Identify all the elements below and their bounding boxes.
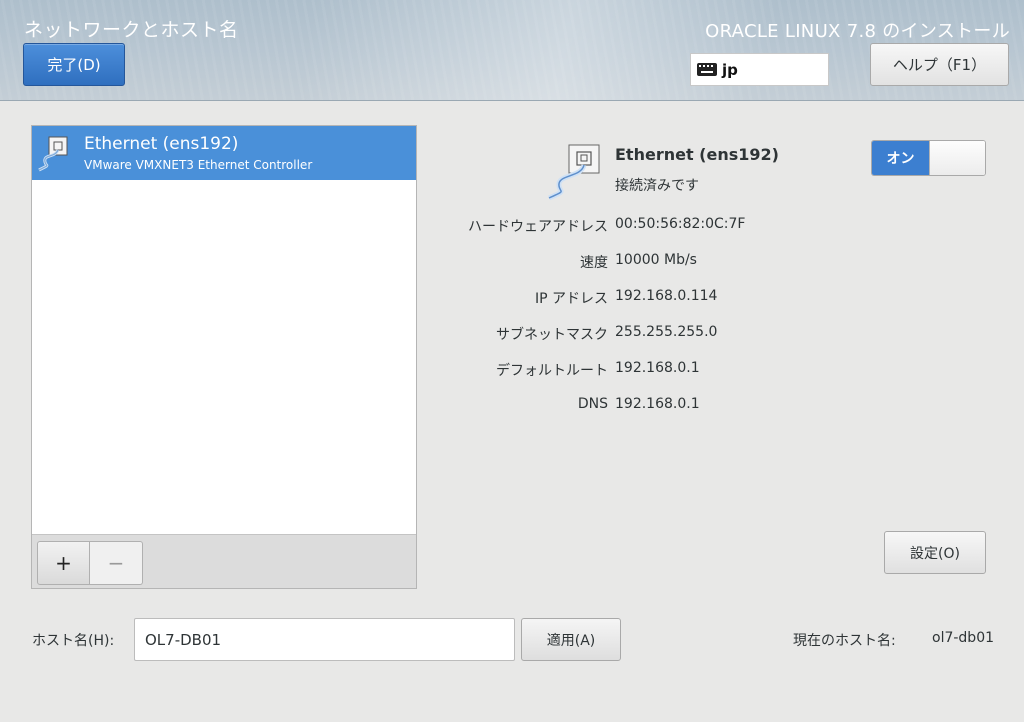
add-device-button[interactable]: + [37,541,90,585]
connection-status: 接続済みです [615,178,699,194]
toggle-knob [929,141,985,175]
current-hostname-value: ol7-db01 [932,630,995,646]
done-button[interactable]: 完了(D) [23,43,125,86]
device-detail-name: Ethernet (ens192) [615,145,779,164]
page-title: ネットワークとホスト名 [24,19,239,41]
hardware-address-value: 00:50:56:82:0C:7F [615,216,746,232]
ethernet-icon [37,134,77,174]
remove-device-button[interactable]: − [90,541,143,585]
keyboard-layout-indicator[interactable]: jp [690,53,829,86]
device-description: VMware VMXNET3 Ethernet Controller [84,158,313,172]
default-route-value: 192.168.0.1 [615,360,700,376]
device-list-item-ens192[interactable]: Ethernet (ens192) VMware VMXNET3 Etherne… [32,126,416,180]
toggle-on-label: オン [872,141,929,175]
apply-hostname-button[interactable]: 適用(A) [521,618,621,661]
keyboard-layout-label: jp [722,60,738,79]
hostname-label: ホスト名(H): [32,633,115,649]
hostname-input[interactable] [134,618,515,661]
connection-toggle[interactable]: オン [871,140,986,176]
dns-value: 192.168.0.1 [615,396,700,412]
ethernet-icon [543,142,605,202]
speed-label: 速度 [580,255,608,271]
dns-label: DNS [577,396,608,412]
keyboard-icon [697,63,717,76]
default-route-label: デフォルトルート [496,363,608,379]
device-list-toolbar: + − [32,534,416,588]
device-list: Ethernet (ens192) VMware VMXNET3 Etherne… [31,125,417,589]
subnet-mask-value: 255.255.255.0 [615,324,718,340]
speed-value: 10000 Mb/s [615,252,697,268]
settings-button[interactable]: 設定(O) [884,531,986,574]
help-button[interactable]: ヘルプ（F1） [870,43,1009,86]
device-name: Ethernet (ens192) [84,134,239,154]
current-hostname-label: 現在のホスト名: [793,633,896,649]
ip-address-value: 192.168.0.114 [615,288,718,304]
product-title: ORACLE LINUX 7.8 のインストール [705,21,1010,42]
hardware-address-label: ハードウェアアドレス [468,219,608,235]
header-bar: ネットワークとホスト名 完了(D) ORACLE LINUX 7.8 のインスト… [0,0,1024,101]
ip-address-label: IP アドレス [534,291,608,307]
subnet-mask-label: サブネットマスク [496,327,608,343]
